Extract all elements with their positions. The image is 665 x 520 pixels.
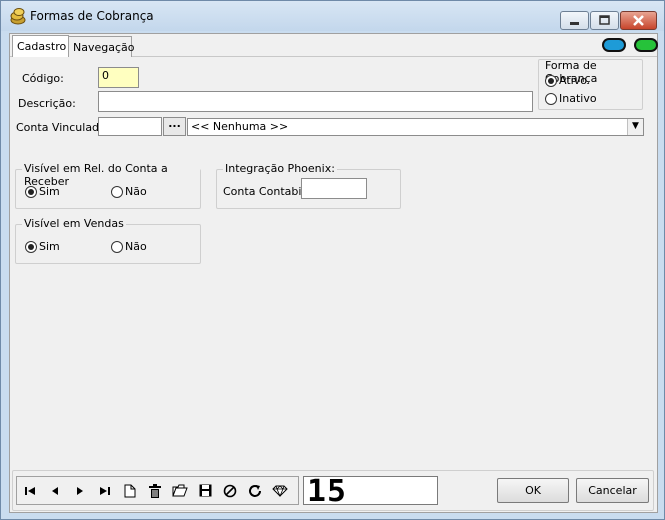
conta-vinculada-label: Conta Vinculada: bbox=[16, 121, 110, 134]
delete-icon bbox=[149, 483, 161, 498]
radio-vendas-sim-label: Sim bbox=[39, 240, 60, 253]
chevron-down-icon[interactable]: ▼ bbox=[627, 119, 643, 135]
status-indicator-blue bbox=[602, 38, 626, 52]
next-record-button[interactable] bbox=[68, 479, 92, 503]
radio-rel-sim-dot bbox=[25, 185, 37, 198]
first-icon bbox=[25, 486, 35, 495]
conta-lookup-button[interactable]: ... bbox=[163, 117, 186, 136]
radio-inativo[interactable]: Inativo bbox=[545, 92, 597, 105]
record-counter: 15 bbox=[307, 474, 348, 509]
prev-icon bbox=[52, 486, 58, 495]
radio-vendas-sim[interactable]: Sim bbox=[25, 240, 60, 253]
maximize-icon bbox=[599, 15, 610, 25]
save-icon bbox=[199, 484, 211, 497]
title-bar: Formas de Cobrança bbox=[1, 1, 664, 31]
minimize-button[interactable] bbox=[560, 11, 589, 30]
radio-rel-nao-label: Não bbox=[125, 185, 147, 198]
codigo-input[interactable]: 0 bbox=[98, 67, 139, 88]
descricao-label: Descrição: bbox=[18, 97, 76, 110]
radio-inativo-label: Inativo bbox=[559, 92, 597, 105]
integracao-group: Integração Phoenix: Conta Contabil bbox=[216, 162, 401, 209]
ok-button[interactable]: OK bbox=[497, 478, 569, 503]
tab-navegacao[interactable]: Navegação bbox=[68, 36, 135, 57]
conta-combo[interactable]: << Nenhuma >> ▼ bbox=[187, 118, 644, 136]
main-window: Formas de Cobrança Cadastro Navegação Có… bbox=[0, 0, 665, 520]
visivel-vendas-group: Visível em Vendas Sim Não bbox=[15, 217, 201, 264]
radio-vendas-nao-label: Não bbox=[125, 240, 147, 253]
navigation-toolbar bbox=[16, 476, 299, 505]
maximize-button[interactable] bbox=[590, 11, 619, 30]
cancel-icon bbox=[223, 484, 237, 497]
radio-ativo-label: Ativo bbox=[559, 74, 587, 87]
close-icon bbox=[633, 15, 644, 26]
forma-cobranca-group: Forma de Cobrança Ativo Inativo bbox=[538, 59, 643, 110]
visivel-vendas-title: Visível em Vendas bbox=[22, 217, 126, 230]
codigo-label: Código: bbox=[22, 72, 64, 85]
visivel-rel-group: Visível em Rel. do Conta a Receber Sim N… bbox=[15, 162, 201, 209]
tab-cadastro[interactable]: Cadastro bbox=[12, 35, 69, 57]
record-counter-display: 15 bbox=[303, 474, 438, 509]
radio-vendas-sim-dot bbox=[25, 240, 37, 253]
save-button[interactable] bbox=[193, 479, 217, 503]
find-button[interactable] bbox=[268, 479, 292, 503]
prev-record-button[interactable] bbox=[43, 479, 67, 503]
open-icon bbox=[172, 484, 188, 497]
status-indicator-green bbox=[634, 38, 658, 52]
radio-rel-nao[interactable]: Não bbox=[111, 185, 147, 198]
radio-inativo-dot bbox=[545, 92, 557, 105]
conta-combo-value: << Nenhuma >> bbox=[191, 120, 289, 133]
radio-rel-nao-dot bbox=[111, 185, 123, 198]
radio-vendas-nao[interactable]: Não bbox=[111, 240, 147, 253]
radio-rel-sim-label: Sim bbox=[39, 185, 60, 198]
conta-vinculada-input[interactable] bbox=[98, 117, 162, 136]
radio-ativo-dot bbox=[545, 74, 557, 87]
new-record-button[interactable] bbox=[118, 479, 142, 503]
client-area: Cadastro Navegação Código: 0 Descrição: … bbox=[9, 33, 658, 513]
find-icon bbox=[272, 484, 288, 497]
close-button[interactable] bbox=[620, 11, 657, 30]
radio-ativo[interactable]: Ativo bbox=[545, 74, 587, 87]
first-record-button[interactable] bbox=[18, 479, 42, 503]
refresh-button[interactable] bbox=[243, 479, 267, 503]
descricao-input[interactable] bbox=[98, 91, 533, 112]
cancel-button-toolbar[interactable] bbox=[218, 479, 242, 503]
minimize-icon bbox=[570, 22, 579, 25]
window-title: Formas de Cobrança bbox=[30, 9, 154, 23]
integracao-title: Integração Phoenix: bbox=[223, 162, 337, 175]
last-record-button[interactable] bbox=[93, 479, 117, 503]
new-icon bbox=[124, 484, 136, 497]
cancelar-button[interactable]: Cancelar bbox=[576, 478, 649, 503]
conta-contabil-label: Conta Contabil bbox=[223, 185, 305, 198]
last-icon bbox=[100, 486, 110, 495]
next-icon bbox=[77, 486, 83, 495]
delete-record-button[interactable] bbox=[143, 479, 167, 503]
refresh-icon bbox=[249, 484, 261, 497]
coins-icon bbox=[10, 8, 26, 25]
conta-contabil-input[interactable] bbox=[301, 178, 367, 199]
radio-rel-sim[interactable]: Sim bbox=[25, 185, 60, 198]
radio-vendas-nao-dot bbox=[111, 240, 123, 253]
open-button[interactable] bbox=[168, 479, 192, 503]
